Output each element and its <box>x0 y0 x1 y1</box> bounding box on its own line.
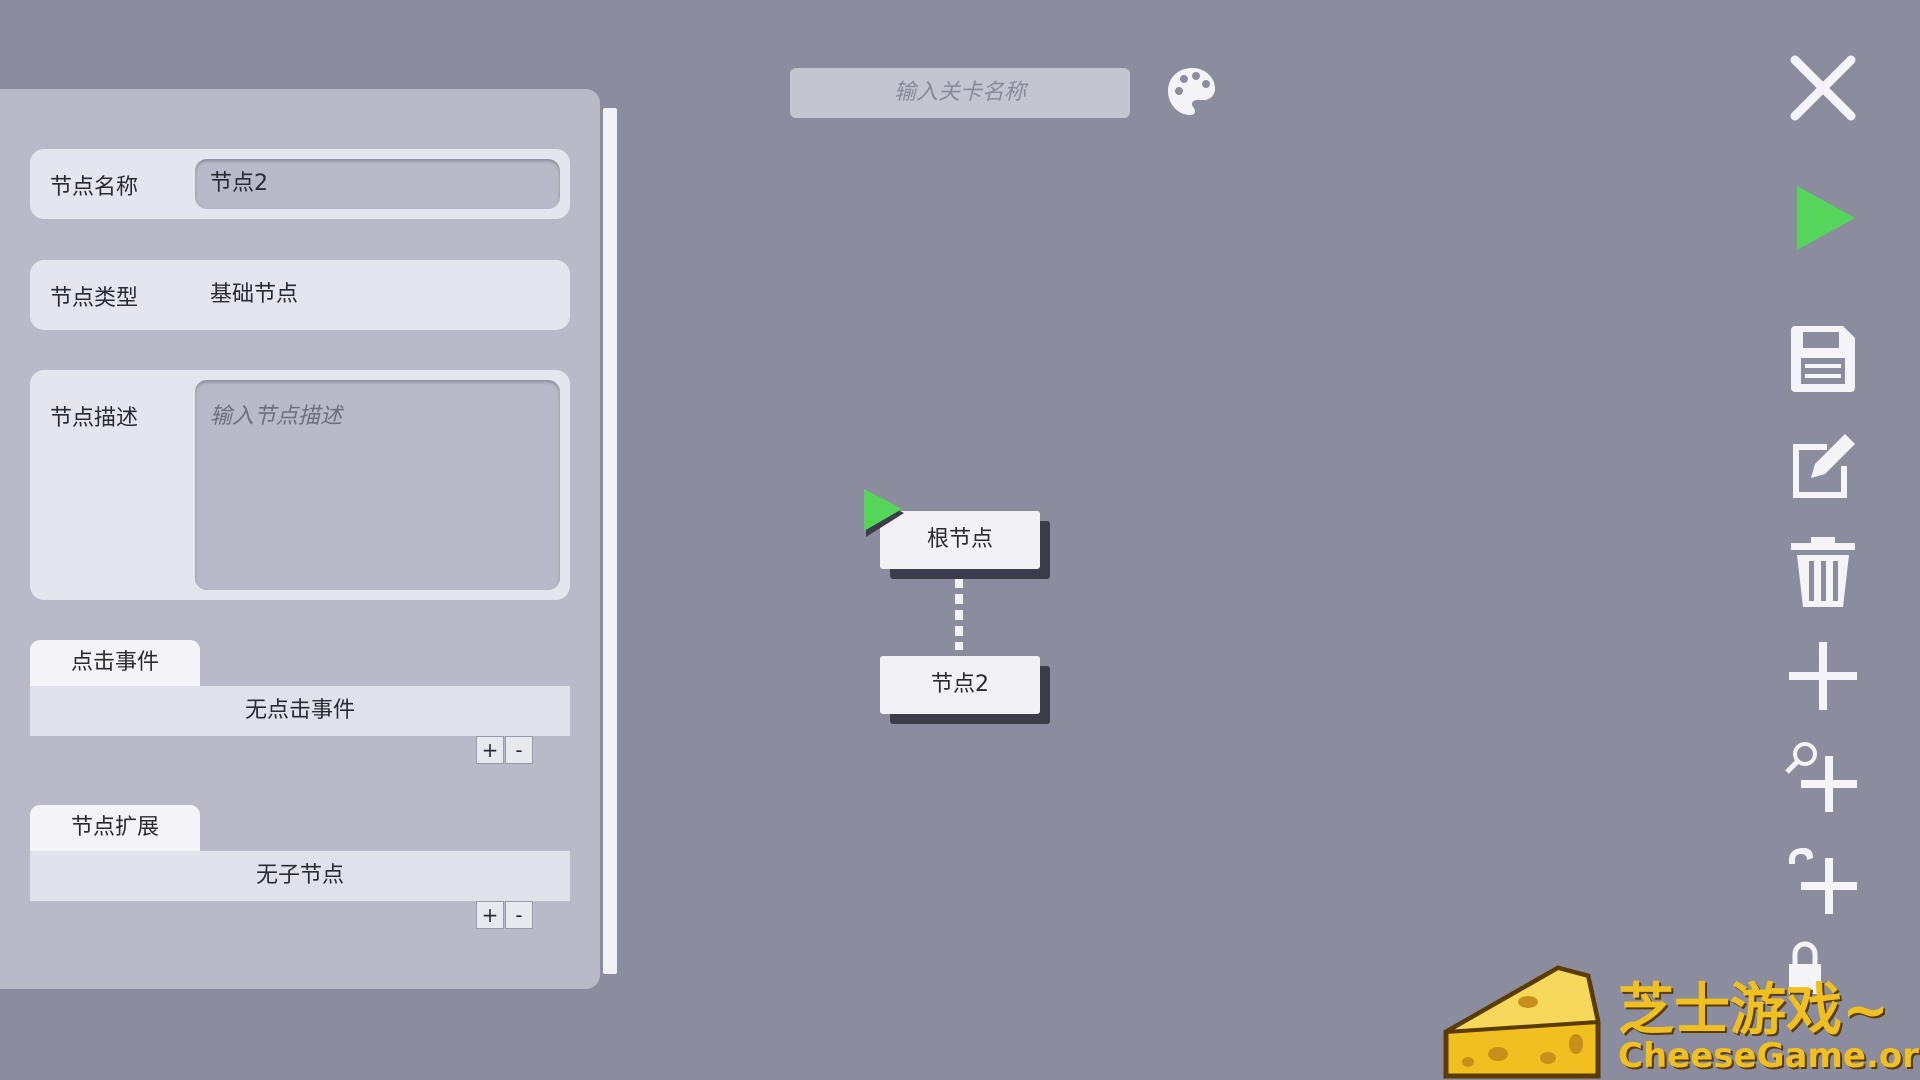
node-name-input[interactable]: 节点2 <box>195 159 560 209</box>
node-desc-textarea[interactable]: 输入节点描述 <box>195 380 560 590</box>
play-icon[interactable] <box>1785 180 1861 256</box>
search-add-icon[interactable] <box>1785 740 1861 816</box>
remove-extension-button[interactable]: - <box>505 901 533 929</box>
tab-node-extensions[interactable]: 节点扩展 <box>30 805 200 851</box>
node-type-field: 节点类型 基础节点 <box>30 260 570 330</box>
node-name-label: 节点名称 <box>50 175 139 200</box>
add-icon[interactable] <box>1785 638 1861 714</box>
node-type-label: 节点类型 <box>50 286 139 311</box>
add-click-event-button[interactable]: + <box>476 736 504 764</box>
node-name-field: 节点名称 节点2 <box>30 149 570 219</box>
watermark-cn: 芝士游戏~ <box>1618 978 1889 1043</box>
save-icon[interactable] <box>1785 320 1861 396</box>
node-connector <box>955 578 963 650</box>
node-desc-field: 节点描述 输入节点描述 <box>30 370 570 600</box>
node-desc-placeholder: 输入节点描述 <box>210 404 343 429</box>
watermark-en: CheeseGame.org <box>1618 1036 1920 1076</box>
hand-add-icon[interactable] <box>1785 842 1861 918</box>
level-name-input[interactable]: 输入关卡名称 <box>790 68 1130 118</box>
close-icon[interactable] <box>1785 50 1861 126</box>
trash-icon[interactable] <box>1785 535 1861 611</box>
tab-click-events[interactable]: 点击事件 <box>30 640 200 686</box>
inspector-panel: 节点名称 节点2 节点类型 基础节点 节点描述 输入节点描述 点击事件 无点击事… <box>0 89 600 989</box>
click-events-list: 无点击事件 <box>30 686 570 736</box>
inspector-scrollbar[interactable] <box>603 108 617 974</box>
node-type-select[interactable]: 基础节点 <box>195 270 560 320</box>
remove-click-event-button[interactable]: - <box>505 736 533 764</box>
start-flag-icon <box>864 489 904 537</box>
child-node[interactable]: 节点2 <box>880 656 1040 714</box>
node-desc-label: 节点描述 <box>50 406 139 431</box>
node-extensions-list: 无子节点 <box>30 851 570 901</box>
add-extension-button[interactable]: + <box>476 901 504 929</box>
edit-icon[interactable] <box>1785 428 1861 504</box>
palette-icon[interactable] <box>1164 64 1220 120</box>
